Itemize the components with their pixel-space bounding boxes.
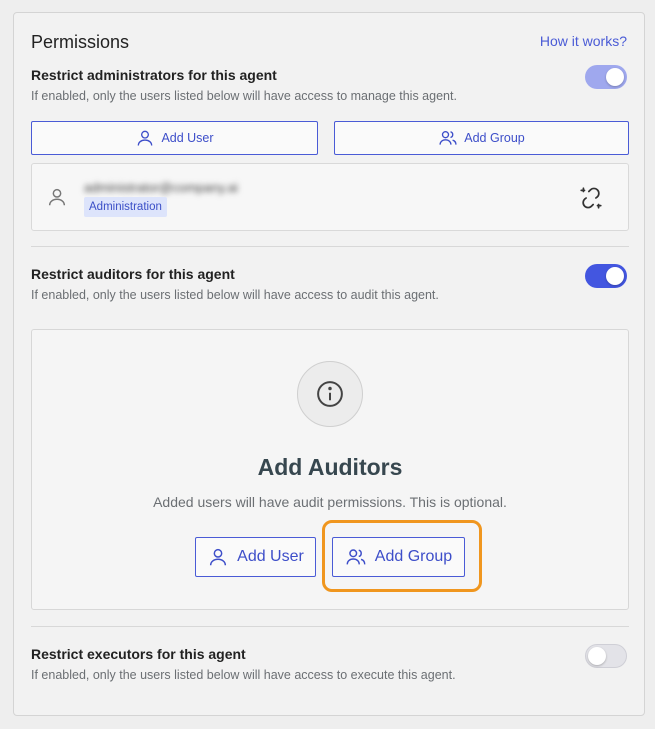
auditors-empty-state: Add Auditors Added users will have audit… — [31, 329, 629, 610]
auditors-description: If enabled, only the users listed below … — [31, 288, 439, 302]
group-icon — [346, 549, 366, 565]
add-group-label: Add Group — [374, 548, 453, 565]
add-user-label: Add User — [237, 548, 304, 565]
executors-title: Restrict executors for this agent — [31, 646, 246, 662]
admins-add-user-button[interactable]: Add User — [31, 121, 318, 155]
add-group-label: Add Group — [464, 131, 525, 145]
admins-description: If enabled, only the users listed below … — [31, 89, 457, 103]
toggle-knob — [606, 68, 624, 86]
divider — [31, 626, 629, 627]
empty-state-description: Added users will have audit permissions.… — [153, 494, 507, 510]
role-badge: Administration — [84, 197, 167, 217]
user-icon — [48, 188, 66, 206]
toggle-knob — [588, 647, 606, 665]
group-icon — [439, 131, 457, 145]
toggle-knob — [606, 267, 624, 285]
section-title: Permissions — [31, 32, 130, 52]
auditors-add-user-button[interactable]: Add User — [195, 537, 316, 577]
executors-toggle[interactable] — [585, 644, 627, 668]
auditors-toggle[interactable] — [585, 264, 627, 288]
user-icon — [210, 548, 227, 566]
auditors-title: Restrict auditors for this agent — [31, 266, 235, 282]
user-icon — [138, 130, 153, 146]
info-badge — [297, 361, 363, 427]
add-user-label: Add User — [161, 131, 214, 145]
executors-description: If enabled, only the users listed below … — [31, 668, 456, 682]
divider — [31, 246, 629, 247]
admins-title: Restrict administrators for this agent — [31, 67, 277, 83]
unlink-icon[interactable] — [578, 185, 604, 211]
admins-add-group-button[interactable]: Add Group — [334, 121, 629, 155]
admin-user-card: administrator@company.ai Administration — [31, 163, 629, 231]
permissions-panel: Permissions How it works? Restrict admin… — [13, 12, 645, 716]
user-email: administrator@company.ai — [84, 180, 238, 195]
empty-state-title: Add Auditors — [257, 454, 403, 480]
admins-toggle[interactable] — [585, 65, 627, 89]
info-icon — [317, 381, 343, 407]
auditors-add-group-button[interactable]: Add Group — [332, 537, 465, 577]
how-it-works-link[interactable]: How it works? — [540, 33, 627, 49]
